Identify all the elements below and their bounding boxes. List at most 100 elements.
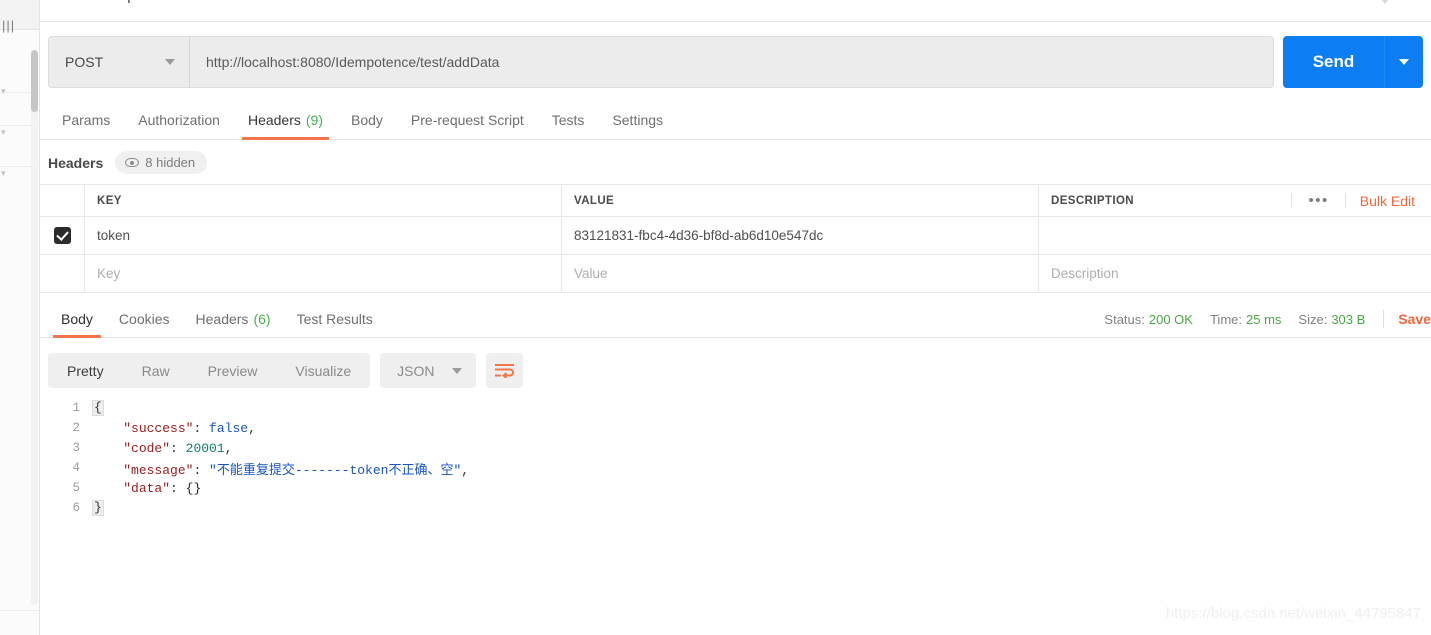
watermark: https://blog.csdn.net/weixin_44795847 [1165,605,1421,622]
page-title[interactable]: Untitled Request [48,0,159,4]
code-line: 6 } [40,498,1431,518]
tab-body[interactable]: Body [337,100,397,140]
more-options-icon[interactable]: ••• [1291,193,1346,208]
status-label: Status: [1104,311,1145,327]
code-content: } [92,500,104,516]
tab-headers[interactable]: Headers (9) [234,100,337,140]
row-key-text: token [97,228,131,243]
tab-label: Headers [247,112,301,128]
tab-count: (6) [253,311,271,327]
view-mode-group: Pretty Raw Preview Visualize [48,353,371,388]
line-number: 6 [72,501,80,515]
new-row-value-input[interactable]: Value [562,255,1039,292]
hidden-headers-toggle[interactable]: 8 hidden [115,151,208,174]
time-value: 25 ms [1246,311,1282,327]
response-tab-test-results[interactable]: Test Results [284,300,386,338]
row-value-cell[interactable]: 83121831-fbc4-4d36-bf8d-ab6d10e547dc [562,217,1039,254]
view-mode-visualize[interactable]: Visualize [276,353,370,388]
table-row[interactable]: token 83121831-fbc4-4d36-bf8d-ab6d10e547… [40,217,1431,255]
tab-label: Settings [612,112,664,128]
tab-label: Test Results [296,311,373,327]
response-meta: Status: 200 OK Time: 25 ms Size: 303 B Save [1087,300,1431,338]
view-mode-raw[interactable]: Raw [123,353,189,388]
new-row-key-input[interactable]: Key [85,255,562,292]
response-viewer-toolbar: Pretty Raw Preview Visualize JSON [48,353,523,388]
json-punct: : [170,480,186,496]
row-enable-checkbox[interactable] [53,227,71,244]
tab-params[interactable]: Params [48,100,124,140]
json-key: "code" [123,440,171,456]
tab-pre-request-script[interactable]: Pre-request Script [397,100,538,140]
view-mode-pretty[interactable]: Pretty [48,353,123,388]
headers-section-title: Headers [48,154,104,171]
chevron-right-icon[interactable]: ▾ [1,86,11,97]
send-button-group: Send [1283,36,1423,88]
hidden-headers-label: 8 hidden [145,155,196,170]
json-string: "不能重复提交-------token不正确、空" [209,462,462,478]
json-key: "success" [123,420,194,436]
status-badge: Status: 200 OK [1104,312,1193,327]
line-number: 1 [72,401,80,415]
bulk-edit-button[interactable]: Bulk Edit [1346,193,1425,209]
response-format-select[interactable]: JSON [380,353,476,388]
new-row-key-placeholder: Key [97,266,121,281]
send-button[interactable]: Send [1283,36,1384,88]
size-label: Size: [1298,311,1328,327]
http-method-select[interactable]: POST [48,36,189,88]
row-key-cell[interactable]: token [85,217,562,254]
response-tab-cookies[interactable]: Cookies [106,300,183,338]
tab-label: Headers [195,311,249,327]
header-cell-description: DESCRIPTION ••• Bulk Edit [1039,185,1431,216]
chevron-right-icon[interactable]: ▾ [1,127,11,138]
header-cell-key: KEY [85,185,562,216]
table-row-new[interactable]: Key Value Description [40,255,1431,293]
tab-settings[interactable]: Settings [598,100,677,140]
code-content: { [92,400,104,416]
time-label: Time: [1209,311,1242,327]
request-url-text: http://localhost:8080/Idempotence/test/a… [206,54,500,70]
json-punct: , [248,420,256,436]
sidebar-scrollbar[interactable] [31,50,38,605]
comments-area[interactable]: Co [1376,0,1419,4]
fold-marker[interactable]: { [92,400,104,416]
response-tab-headers[interactable]: Headers (6) [183,300,284,338]
sidebar-scrollbar-thumb[interactable] [31,50,38,112]
request-url-input[interactable]: http://localhost:8080/Idempotence/test/a… [189,36,1274,88]
chevron-right-icon[interactable]: ▾ [1,168,11,179]
tab-label: Pre-request Script [410,112,524,128]
response-tab-body[interactable]: Body [48,300,106,338]
column-label-description: DESCRIPTION [1051,194,1134,207]
wrap-lines-button[interactable] [485,353,523,388]
postman-window: ||| ▾ ▾ ▾ Untitled Request Co POST [0,0,1431,635]
line-number: 5 [72,481,80,495]
request-pane: Untitled Request Co POST http://localhos… [40,0,1431,635]
new-row-checkbox-cell [40,255,85,292]
row-description-cell[interactable] [1039,217,1431,254]
response-body-viewer[interactable]: 1 { 2 "success": false, 3 "code": 20001,… [40,398,1431,635]
new-row-description-input[interactable]: Description [1039,255,1431,292]
fold-marker[interactable]: } [92,500,104,516]
tab-label: Tests [551,112,585,128]
eye-icon [125,158,140,167]
tab-label: Body [351,112,383,128]
code-line: 2 "success": false, [40,418,1431,438]
row-checkbox-cell [40,217,85,254]
send-options-button[interactable] [1384,36,1423,88]
tab-label: Cookies [118,311,170,327]
response-format-label: JSON [397,362,435,379]
tab-authorization[interactable]: Authorization [124,100,234,140]
left-sidebar-rail: ||| ▾ ▾ ▾ [0,0,40,635]
time-badge: Time: 25 ms [1210,312,1281,327]
tab-tests[interactable]: Tests [538,100,599,140]
menu-bars-icon[interactable]: ||| [2,18,15,33]
code-line: 4 "message": "不能重复提交-------token不正确、空", [40,458,1431,478]
table-header-row: KEY VALUE DESCRIPTION ••• Bulk Edit [40,184,1431,217]
json-empty-object: {} [185,480,202,496]
header-cell-select [40,185,85,216]
save-response-button[interactable]: Save [1398,311,1431,327]
http-method-label: POST [65,54,104,70]
view-mode-preview[interactable]: Preview [189,353,277,388]
new-row-value-placeholder: Value [574,266,608,281]
